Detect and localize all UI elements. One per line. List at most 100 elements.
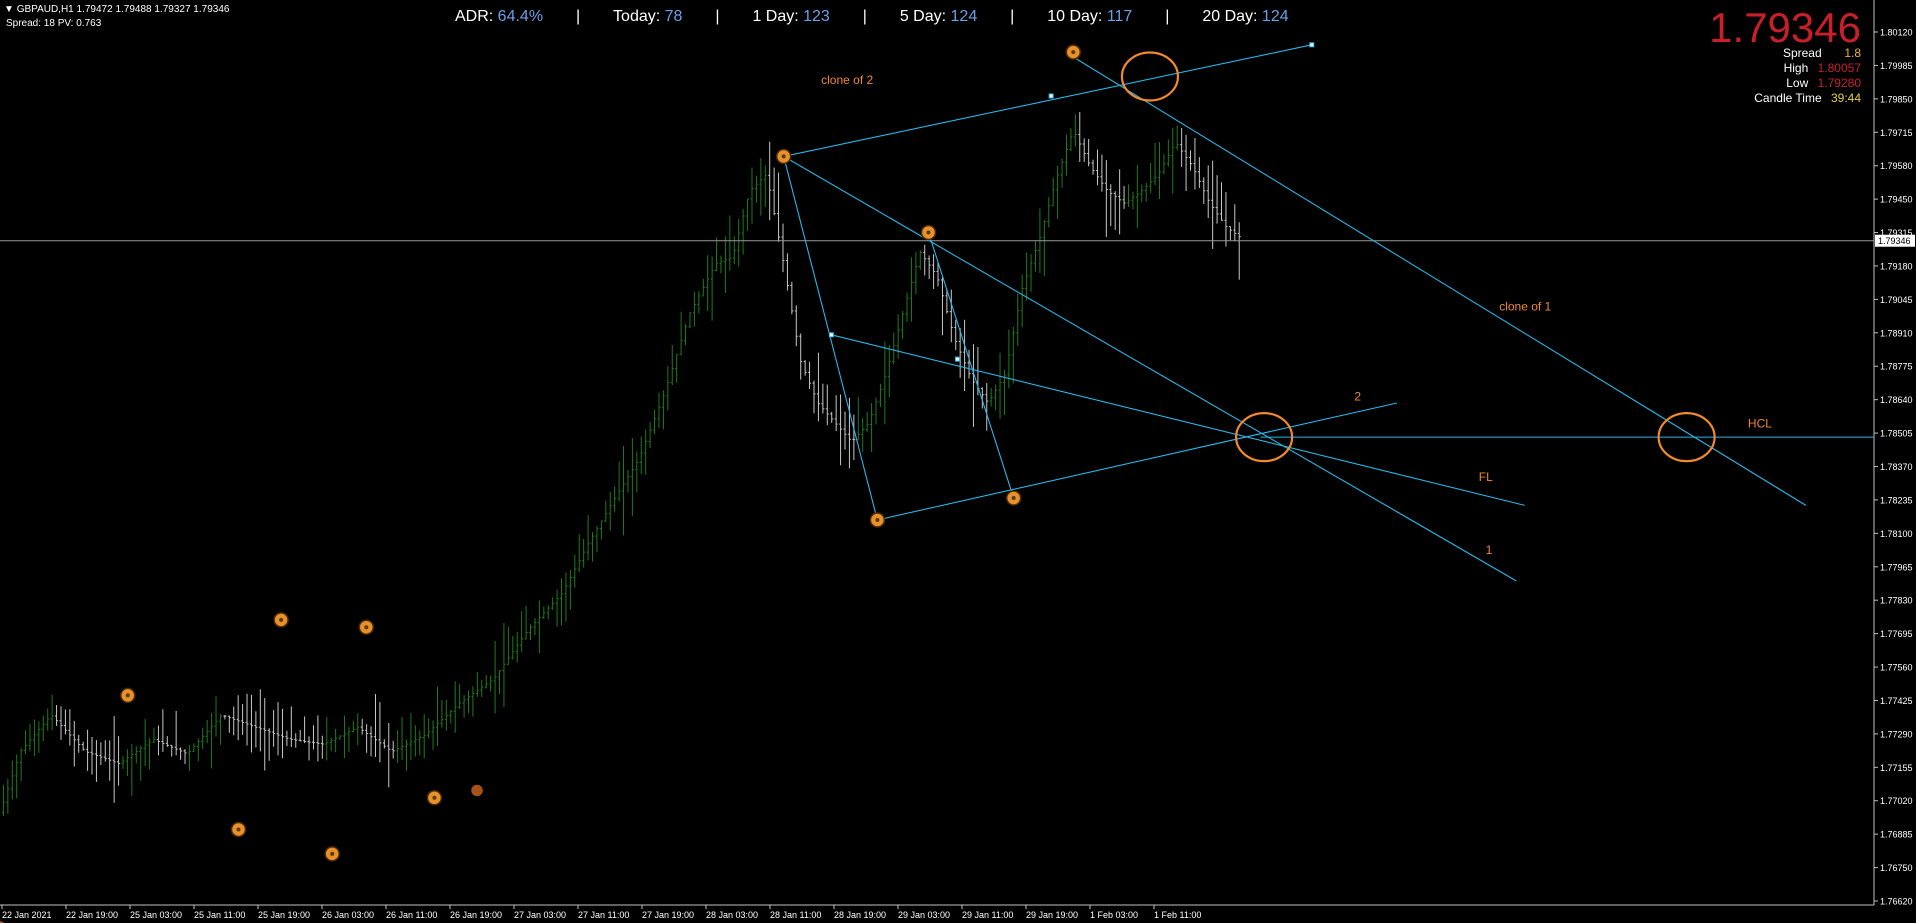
trendline-label: FL [1479, 470, 1493, 484]
y-tick-label: 1.78100 [1880, 529, 1913, 539]
symbol-line: ▼ GBPAUD,H1 1.79472 1.79488 1.79327 1.79… [4, 4, 229, 15]
y-tick-label: 1.79715 [1880, 128, 1913, 138]
y-tick-label: 1.79580 [1880, 161, 1913, 171]
price-chart[interactable]: 1.80120 1.79985 1.79850 1.79715 1.79580 1.794… [0, 0, 1916, 923]
adr-item-label: Today: [613, 8, 665, 25]
trendline-anchor-handle[interactable] [954, 356, 960, 362]
dropdown-triangle-icon[interactable]: ▼ [4, 4, 14, 15]
y-tick-label: 1.78505 [1880, 429, 1913, 439]
adr-item-label: 10 Day: [1047, 8, 1107, 25]
adr-separator: | [715, 8, 720, 25]
y-tick-label: 1.77560 [1880, 663, 1913, 673]
x-tick-label: 27 Jan 03:00 [514, 910, 566, 920]
adr-item-value: 117 [1106, 8, 1133, 25]
x-tick-label: 28 Jan 03:00 [706, 910, 758, 920]
x-tick-label: 28 Jan 11:00 [770, 910, 821, 920]
trendline-1[interactable] [783, 155, 1517, 582]
x-tick-label: 26 Jan 11:00 [386, 910, 437, 920]
y-tick-label: 1.77965 [1880, 562, 1913, 572]
adr-bar: ADR: 64.4% | Today: 78 | 1 Day: 123 | 5 Day: 1… [455, 8, 1315, 26]
trendline-label: clone of 1 [1499, 299, 1551, 313]
x-tick-label: 25 Jan 19:00 [258, 910, 310, 920]
x-tick-label: 27 Jan 19:00 [642, 910, 694, 920]
y-tick-label: 1.77830 [1880, 596, 1913, 606]
spread-row: Spread 1.8 [1782, 46, 1861, 60]
current-price: 1.79346 [1709, 4, 1861, 51]
adr-separator: | [1010, 8, 1015, 25]
x-tick-label: 25 Jan 03:00 [130, 910, 182, 920]
adr-item-value: 124 [1261, 8, 1289, 25]
candle-time-row: Candle Time 39:44 [1754, 91, 1861, 105]
y-tick-label: 1.79850 [1880, 94, 1913, 104]
adr-item-label: ADR: [455, 8, 498, 25]
pivot-point-core [781, 154, 786, 159]
adr-separator: | [862, 8, 867, 25]
x-tick-label: 29 Jan 11:00 [962, 910, 1013, 920]
y-tick-label: 1.77425 [1880, 696, 1913, 706]
x-tick-label: 26 Jan 19:00 [450, 910, 502, 920]
adr-item: Today: 78 [613, 8, 682, 26]
trendline-clone-of-1[interactable] [1073, 56, 1807, 506]
trendline-anchor-handle[interactable] [828, 332, 834, 338]
current-price-tag-label: 1.79346 [1878, 236, 1911, 246]
y-tick-label: 1.79450 [1880, 195, 1913, 205]
x-tick-label: 26 Jan 03:00 [322, 910, 374, 920]
x-tick-label: 25 Jan 11:00 [194, 910, 245, 920]
high-row: High 1.80057 [1783, 61, 1861, 75]
y-tick-label: 1.77155 [1880, 763, 1913, 773]
x-tick-label: 29 Jan 19:00 [1026, 910, 1078, 920]
adr-separator: | [575, 8, 581, 25]
x-tick-label: 29 Jan 03:00 [898, 910, 950, 920]
x-tick-label: 28 Jan 19:00 [834, 910, 886, 920]
spread-value: 1.8 [1844, 46, 1861, 60]
info-panel: Spread 1.8 High 1.80057 Low 1.79280 Cand… [1754, 46, 1861, 106]
adr-separator: | [1165, 8, 1170, 25]
trendline-clone-of-2[interactable] [783, 44, 1312, 157]
pivot-point-core [330, 851, 335, 856]
high-value: 1.80057 [1817, 61, 1861, 75]
trendline-label: 2 [1354, 390, 1361, 404]
y-tick-label: 1.79180 [1880, 261, 1913, 271]
adr-item-label: 5 Day: [899, 8, 951, 25]
trendline-label: clone of 2 [821, 73, 873, 87]
pivot-point-core [364, 625, 369, 630]
adr-item: 10 Day: 117 [1047, 8, 1132, 26]
y-tick-label: 1.77020 [1880, 796, 1913, 806]
trendline-pivot-link-a[interactable] [783, 156, 878, 521]
pivot-point-core [1071, 50, 1076, 55]
adr-item-value: 124 [950, 8, 978, 25]
y-tick-label: 1.76620 [1880, 897, 1913, 907]
trendline-anchor-handle[interactable] [1309, 42, 1315, 48]
x-tick-label: 22 Jan 19:00 [66, 910, 118, 920]
low-row: Low 1.79280 [1786, 76, 1861, 90]
adr-item-value: 64.4% [497, 8, 544, 25]
candle-time-value: 39:44 [1830, 91, 1861, 105]
y-tick-label: 1.78235 [1880, 495, 1913, 505]
trendline-anchor-handle[interactable] [1048, 93, 1054, 99]
adr-item: 20 Day: 124 [1202, 8, 1288, 26]
symbol-quote: GBPAUD,H1 1.79472 1.79488 1.79327 1.7934… [16, 4, 230, 15]
x-tick-label: 1 Feb 03:00 [1090, 910, 1138, 920]
adr-item-label: 1 Day: [752, 8, 804, 25]
y-tick-label: 1.77695 [1880, 629, 1913, 639]
pivot-point-core [875, 517, 880, 522]
adr-item-label: 20 Day: [1202, 8, 1262, 25]
y-tick-label: 1.76885 [1880, 830, 1913, 840]
y-tick-label: 1.79045 [1880, 295, 1913, 305]
y-tick-label: 1.78370 [1880, 462, 1913, 472]
adr-item: ADR: 64.4% [455, 8, 543, 26]
y-tick-label: 1.80120 [1880, 28, 1913, 38]
y-tick-label: 1.78775 [1880, 362, 1913, 372]
trendline-fl[interactable] [831, 334, 1525, 506]
adr-item-value: 123 [803, 8, 830, 25]
low-value: 1.79280 [1817, 76, 1861, 90]
pivot-point-marker [471, 784, 483, 797]
trendline-pivot-link-b[interactable] [927, 232, 1015, 499]
adr-item-value: 78 [664, 8, 683, 25]
trendline-label: HCL [1748, 416, 1772, 430]
trendline-2[interactable] [877, 402, 1398, 521]
x-tick-label: 22 Jan 2021 [2, 910, 52, 920]
pivot-point-core [926, 230, 931, 235]
y-tick-label: 1.78640 [1880, 395, 1913, 405]
spread-pv-line: Spread: 18 PV: 0.763 [6, 18, 102, 29]
